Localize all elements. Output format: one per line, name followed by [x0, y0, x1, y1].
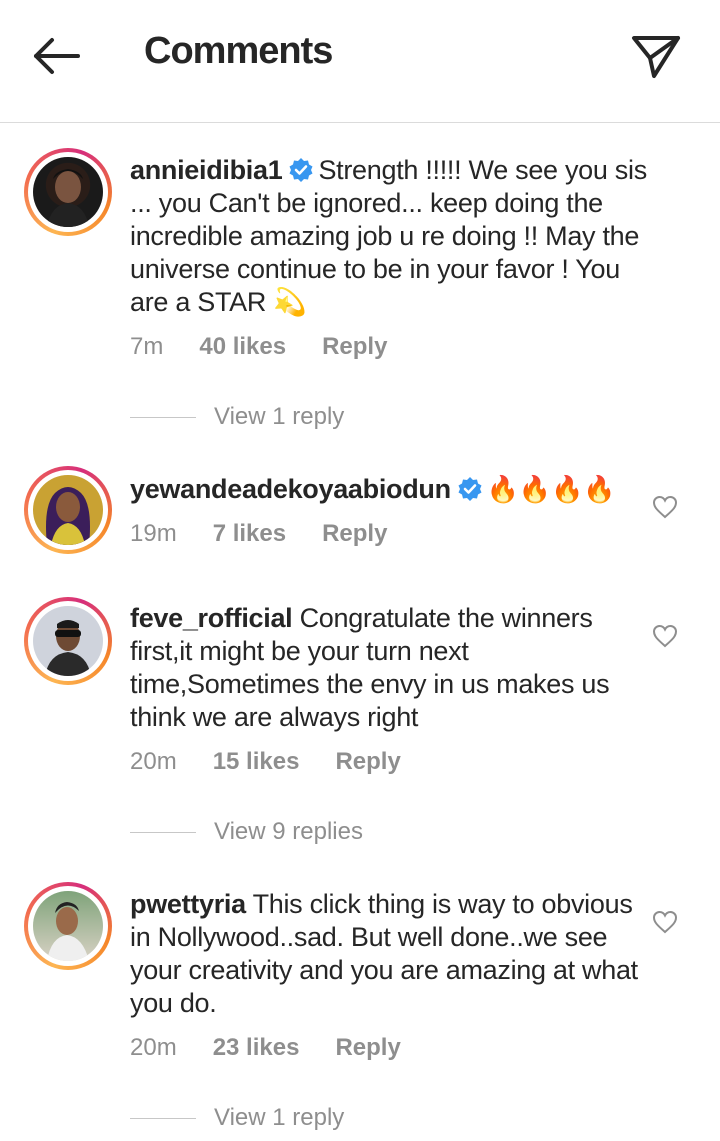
comment-time: 19m — [130, 520, 177, 547]
avatar[interactable] — [24, 597, 112, 685]
reply-button[interactable]: Reply — [335, 1034, 400, 1061]
view-replies-label: View 1 reply — [214, 403, 345, 430]
view-replies-button[interactable]: View 1 reply — [130, 403, 344, 431]
comment-username[interactable]: annieidibia1 — [130, 155, 283, 185]
divider-line — [130, 832, 196, 834]
comment-likes[interactable]: 23 likes — [213, 1034, 300, 1061]
comment-time: 20m — [130, 748, 177, 775]
comment-likes[interactable]: 15 likes — [213, 748, 300, 775]
comment-body: 🔥🔥🔥🔥 — [486, 474, 616, 504]
back-arrow-icon — [34, 38, 80, 74]
comment-username[interactable]: feve_rofficial — [130, 603, 293, 633]
like-heart-icon[interactable] — [652, 910, 678, 934]
share-button[interactable] — [630, 32, 682, 80]
comment-meta: 20m 15 likes Reply — [130, 748, 437, 776]
like-heart-icon[interactable] — [652, 624, 678, 648]
comment-text-block: feve_rofficial Congratulate the winners … — [130, 602, 660, 734]
view-replies-label: View 1 reply — [214, 1104, 345, 1131]
reply-button[interactable]: Reply — [335, 748, 400, 775]
comment-text-block: pwettyria This click thing is way to obv… — [130, 888, 660, 1020]
avatar[interactable] — [24, 882, 112, 970]
verified-badge-icon — [458, 477, 482, 501]
verified-badge-icon — [289, 158, 313, 182]
avatar[interactable] — [24, 148, 112, 236]
comment-text-block: yewandeadekoyaabiodun 🔥🔥🔥🔥 — [130, 473, 660, 506]
reply-button[interactable]: Reply — [322, 520, 387, 547]
header-bar: Comments — [0, 0, 720, 123]
back-button[interactable] — [30, 34, 82, 78]
reply-button[interactable]: Reply — [322, 333, 387, 360]
view-replies-label: View 9 replies — [214, 818, 363, 845]
comment-meta: 7m 40 likes Reply — [130, 333, 423, 361]
view-replies-button[interactable]: View 1 reply — [130, 1104, 344, 1132]
comment-likes[interactable]: 40 likes — [199, 333, 286, 360]
avatar[interactable] — [24, 466, 112, 554]
comment-meta: 20m 23 likes Reply — [130, 1034, 437, 1062]
comment-time: 7m — [130, 333, 164, 360]
divider-line — [130, 1118, 196, 1120]
view-replies-button[interactable]: View 9 replies — [130, 818, 363, 846]
comment-time: 20m — [130, 1034, 177, 1061]
like-heart-icon[interactable] — [652, 495, 678, 519]
comment-likes[interactable]: 7 likes — [213, 520, 286, 547]
comment-text-block: annieidibia1 Strength !!!!! We see you si… — [130, 154, 660, 319]
send-icon — [632, 36, 680, 78]
comment-username[interactable]: yewandeadekoyaabiodun — [130, 474, 451, 504]
divider-line — [130, 417, 196, 419]
page-title: Comments — [144, 30, 333, 72]
comment-meta: 19m 7 likes Reply — [130, 520, 423, 548]
comment-username[interactable]: pwettyria — [130, 889, 246, 919]
